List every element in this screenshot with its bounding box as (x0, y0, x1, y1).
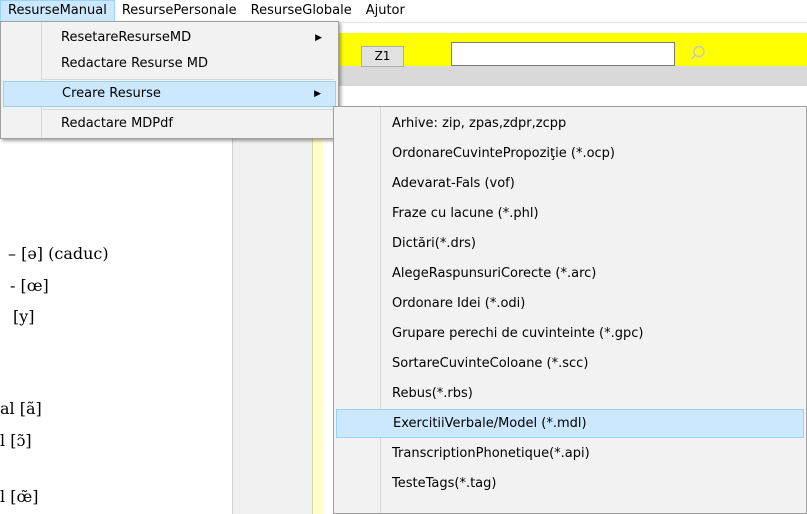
menu-item-label: Redactare Resurse MD (61, 56, 208, 71)
submenu-item-dictari[interactable]: Dictări(*.drs) (336, 229, 804, 258)
phonetic-line-oe: - [œ] (10, 276, 49, 295)
submenu-arrow-icon: ▶ (314, 89, 321, 99)
submenu-item-label: Dictări(*.drs) (392, 236, 476, 251)
menu-item-label: Creare Resurse (62, 86, 161, 101)
submenu-item-arhive[interactable]: Arhive: zip, zpas,zdpr,zcpp (336, 109, 804, 138)
phonetic-line-oe-nasal: l [œ̃] (0, 487, 39, 506)
submenu-item-label: TranscriptionPhonetique(*.api) (392, 446, 590, 461)
submenu-item-exercitii-verbale[interactable]: ExercitiiVerbale/Model (*.mdl) (336, 409, 804, 438)
menu-resursemanual[interactable]: ResurseManual (0, 0, 115, 22)
submenu-item-label: TesteTags(*.tag) (392, 476, 497, 491)
menu-item-redactare-resurse-md[interactable]: Redactare Resurse MD (3, 51, 336, 77)
submenu-arrow-icon: ▶ (315, 33, 322, 43)
submenu-item-adevarat-fals[interactable]: Adevarat-Fals (vof) (336, 169, 804, 198)
submenu-item-label: AlegeRaspunsuriCorecte (*.arc) (392, 266, 597, 281)
menu-ajutor[interactable]: Ajutor (359, 0, 412, 22)
submenu-item-label: Arhive: zip, zpas,zdpr,zcpp (392, 116, 567, 131)
menu-item-creare-resurse[interactable]: Creare Resurse ▶ (3, 81, 336, 107)
submenu-item-teste-tags[interactable]: TesteTags(*.tag) (336, 469, 804, 498)
submenu-item-label: Ordonare Idei (*.odi) (392, 296, 526, 311)
creare-resurse-submenu: Arhive: zip, zpas,zdpr,zcpp OrdonareCuvi… (333, 106, 807, 514)
menu-separator (43, 109, 334, 110)
submenu-item-ordonare-idei[interactable]: Ordonare Idei (*.odi) (336, 289, 804, 318)
submenu-item-alege-raspunsuri[interactable]: AlegeRaspunsuriCorecte (*.arc) (336, 259, 804, 288)
phonetic-line-o-nasal: l [ɔ̃] (0, 431, 32, 450)
toolbar-lower-strip (312, 66, 807, 86)
menu-item-redactare-mdpdf[interactable]: Redactare MDPdf (3, 111, 336, 137)
submenu-item-label: Adevarat-Fals (vof) (392, 176, 515, 191)
menu-item-label: Redactare MDPdf (61, 116, 173, 131)
submenu-item-fraze-lacune[interactable]: Fraze cu lacune (*.phl) (336, 199, 804, 228)
phonetic-line-a-nasal: al [ã] (0, 399, 42, 418)
submenu-item-label: SortareCuvinteColoane (*.scc) (392, 356, 589, 371)
menu-resurseglobale[interactable]: ResurseGlobale (244, 0, 359, 22)
submenu-item-label: ExercitiiVerbale/Model (*.mdl) (393, 416, 587, 431)
submenu-item-label: Fraze cu lacune (*.phl) (392, 206, 539, 221)
phonetic-line-schwa: – [ə] (caduc) (8, 244, 109, 263)
submenu-item-sortare-cuvinte[interactable]: SortareCuvinteColoane (*.scc) (336, 349, 804, 378)
menu-bar: ResurseManual ResursePersonale ResurseGl… (0, 0, 807, 23)
menu-resursepersonale[interactable]: ResursePersonale (115, 0, 244, 22)
phonetic-line-y: [y] (13, 307, 35, 326)
submenu-item-rebus[interactable]: Rebus(*.rbs) (336, 379, 804, 408)
menu-item-resetare-resurse-md[interactable]: ResetareResurseMD ▶ (3, 25, 336, 51)
search-input[interactable] (451, 42, 675, 66)
submenu-item-transcription-phonetique[interactable]: TranscriptionPhonetique(*.api) (336, 439, 804, 468)
menu-item-label: ResetareResurseMD (61, 30, 192, 45)
submenu-item-ordonare-cuvinte[interactable]: OrdonareCuvintePropoziţie (*.ocp) (336, 139, 804, 168)
menu-separator (43, 79, 334, 80)
resursemanual-menu: ResetareResurseMD ▶ Redactare Resurse MD… (0, 21, 339, 139)
submenu-item-grupare-perechi[interactable]: Grupare perechi de cuvinteinte (*.gpc) (336, 319, 804, 348)
submenu-item-label: Rebus(*.rbs) (392, 386, 473, 401)
submenu-item-label: OrdonareCuvintePropoziţie (*.ocp) (392, 146, 616, 161)
search-icon[interactable] (690, 45, 706, 61)
submenu-item-label: Grupare perechi de cuvinteinte (*.gpc) (392, 326, 644, 341)
z1-button[interactable]: Z1 (361, 46, 404, 67)
